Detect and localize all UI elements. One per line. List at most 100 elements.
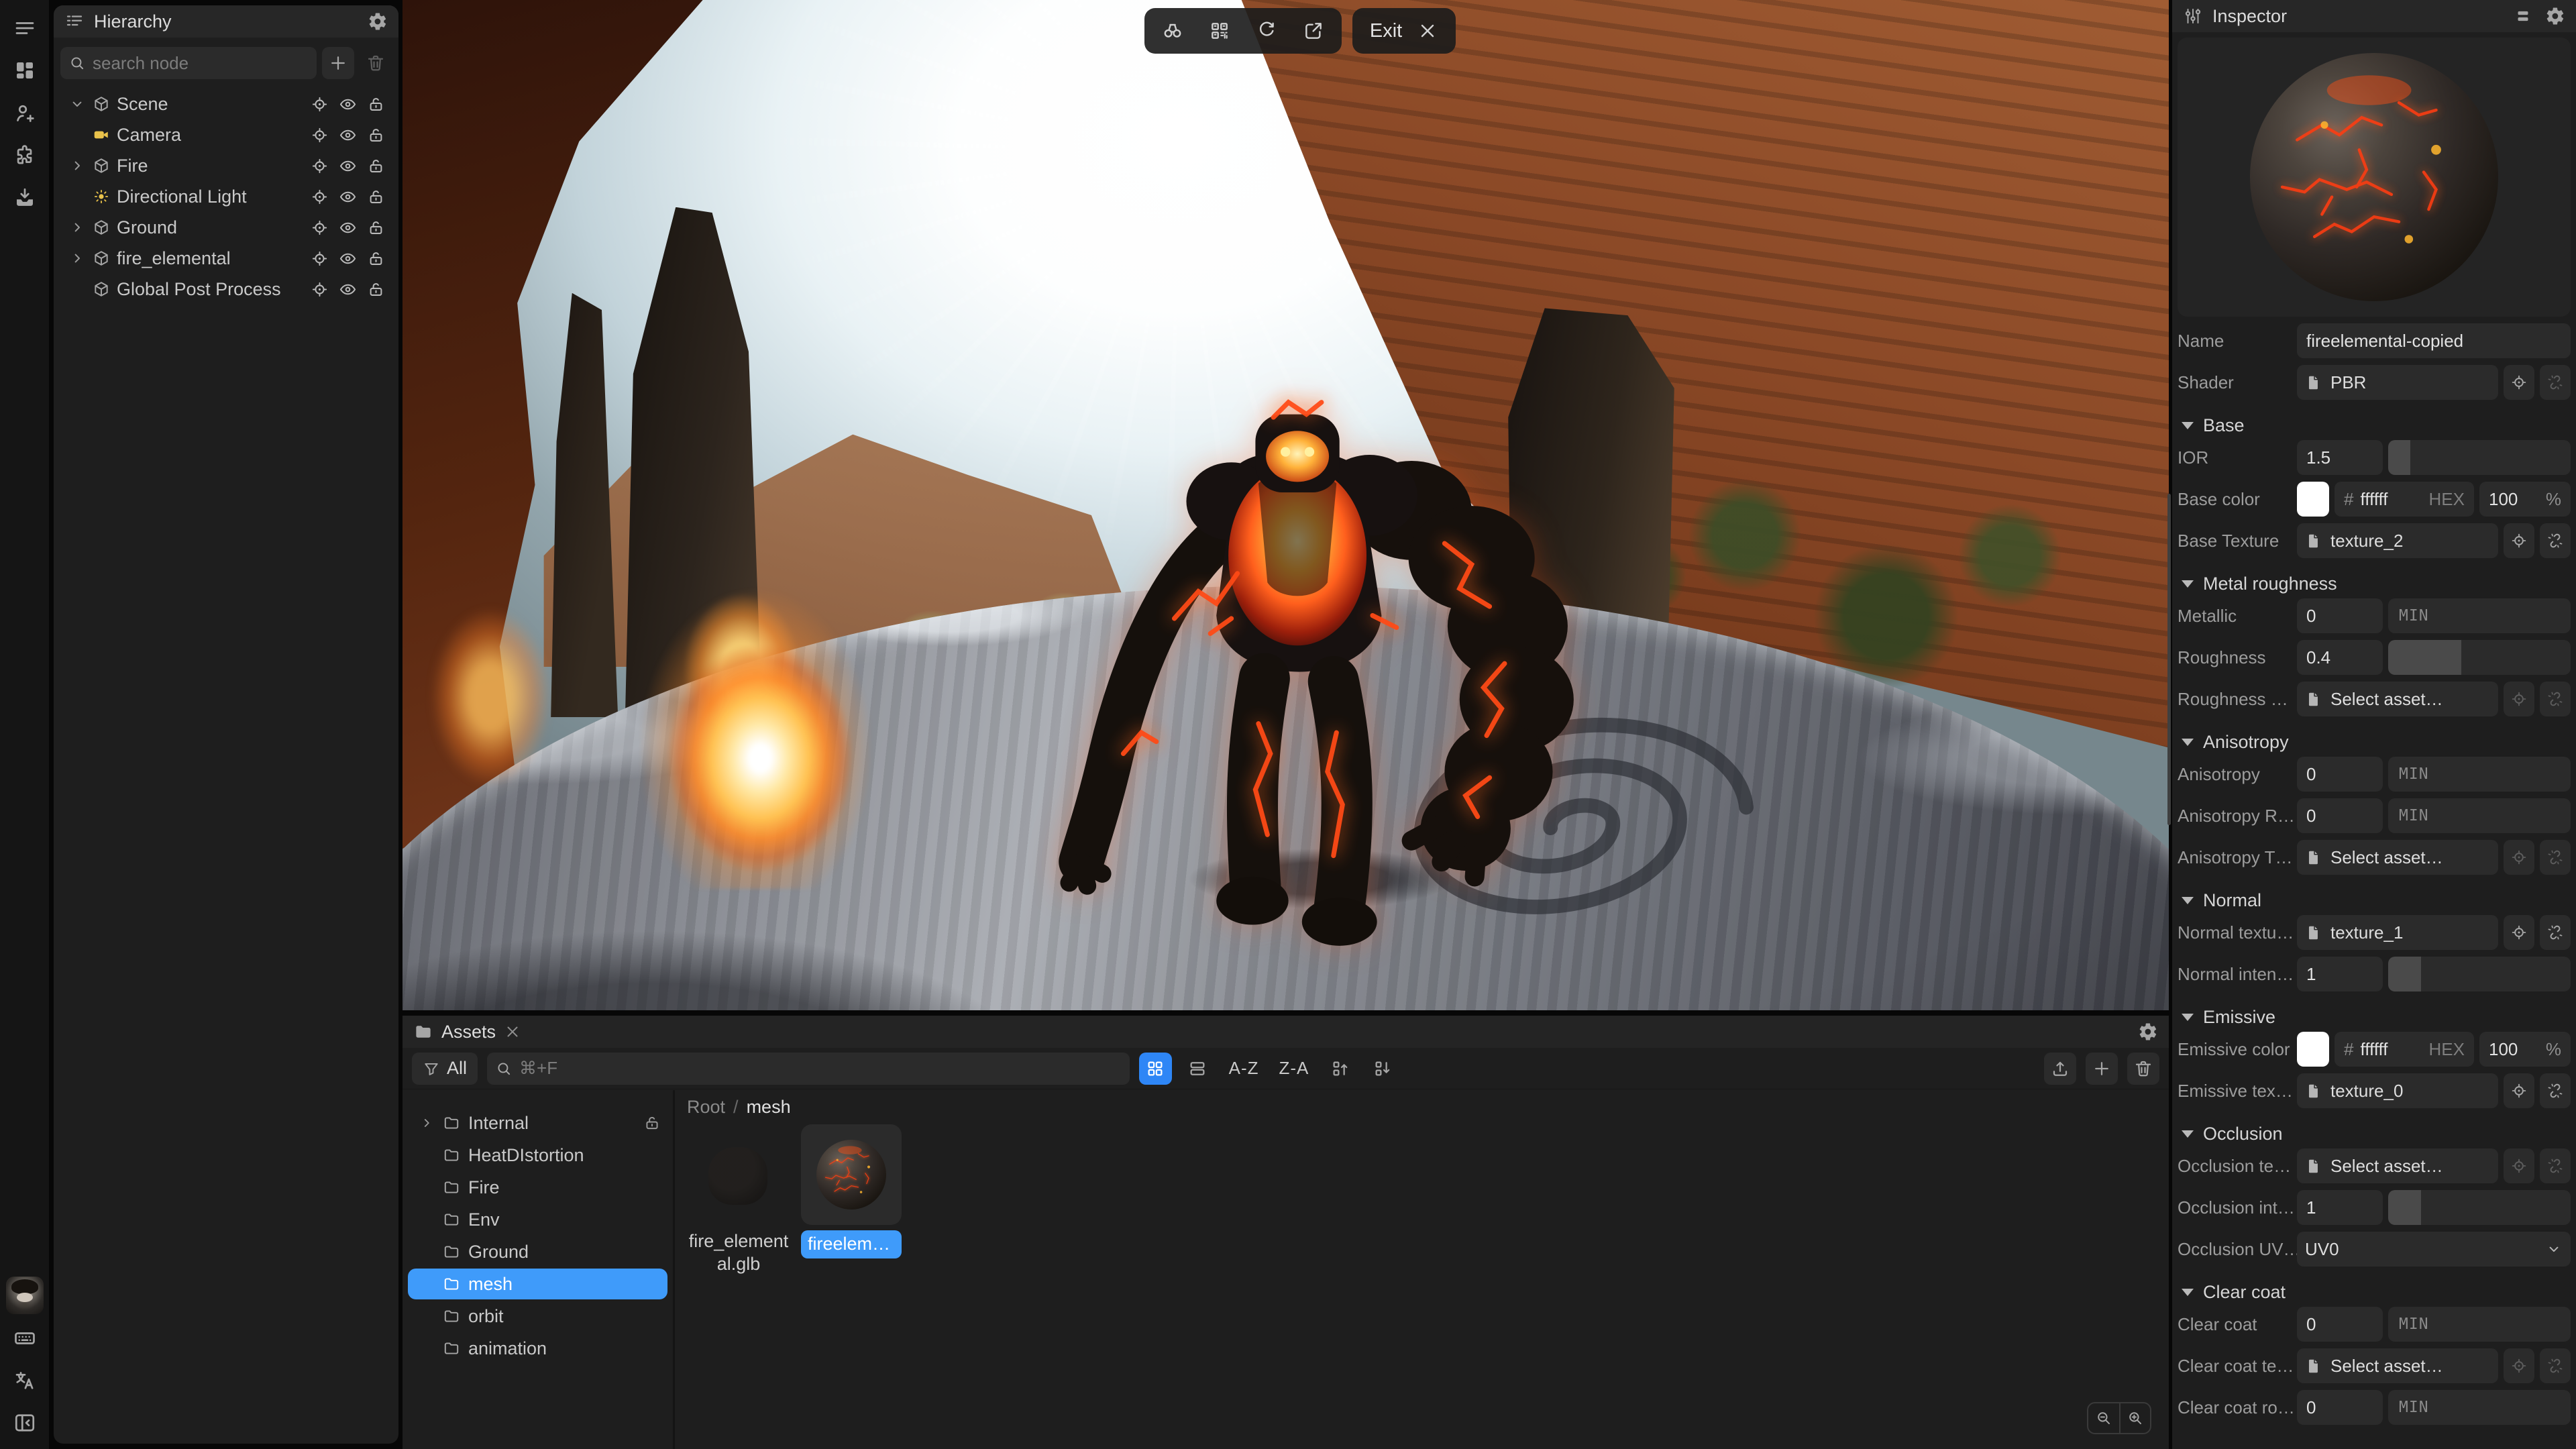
delete-node-button[interactable]	[360, 47, 392, 79]
material-preview[interactable]	[2178, 38, 2571, 317]
focus-icon[interactable]	[311, 188, 329, 206]
asset-chip[interactable]: Select asset…	[2297, 1148, 2498, 1183]
hierarchy-node-directional-light[interactable]: Directional Light	[59, 181, 393, 212]
number-input[interactable]: 0	[2297, 1390, 2383, 1425]
section-header-normal[interactable]: Normal	[2178, 885, 2571, 915]
open-external-icon[interactable]	[1303, 20, 1324, 42]
focus-icon[interactable]	[311, 250, 329, 268]
asset-item-fireeleme-[interactable]: fireeleme…	[801, 1124, 902, 1276]
zoom-out-icon[interactable]	[2088, 1403, 2119, 1433]
slider-track[interactable]	[2388, 1190, 2571, 1225]
folder-ground[interactable]: Ground	[408, 1236, 667, 1267]
rows-icon[interactable]	[2513, 6, 2533, 26]
opacity-input[interactable]: 100%	[2479, 1032, 2571, 1067]
unlock-icon[interactable]	[367, 95, 385, 113]
locate-asset-button[interactable]	[2504, 682, 2534, 716]
binoculars-icon[interactable]	[1162, 20, 1183, 42]
asset-chip[interactable]: Select asset…	[2297, 682, 2498, 716]
color-swatch[interactable]	[2297, 482, 2329, 517]
chevron-right-icon[interactable]	[68, 219, 86, 236]
locate-asset-button[interactable]	[2504, 1148, 2534, 1183]
focus-icon[interactable]	[311, 280, 329, 299]
dashboard-icon[interactable]	[10, 56, 40, 85]
chevron-down-icon[interactable]	[68, 95, 86, 113]
refresh-icon[interactable]	[1256, 20, 1277, 42]
name-input[interactable]: fireelemental-copied	[2297, 323, 2571, 358]
locate-asset-button[interactable]	[2504, 365, 2534, 400]
slider-track[interactable]: MIN	[2388, 798, 2571, 833]
focus-icon[interactable]	[311, 219, 329, 237]
eye-icon[interactable]	[339, 280, 357, 299]
unlock-icon[interactable]	[367, 188, 385, 206]
section-header-occlusion[interactable]: Occlusion	[2178, 1119, 2571, 1148]
number-input[interactable]: 1.5	[2297, 440, 2383, 475]
gear-icon[interactable]	[2545, 6, 2565, 26]
eye-icon[interactable]	[339, 250, 357, 268]
delete-asset-button[interactable]	[2127, 1053, 2159, 1085]
gear-icon[interactable]	[2138, 1022, 2158, 1042]
slider-track[interactable]: MIN	[2388, 1307, 2571, 1342]
number-input[interactable]: 0.4	[2297, 640, 2383, 675]
asset-chip[interactable]: Select asset…	[2297, 1348, 2498, 1383]
unlink-asset-button[interactable]	[2540, 523, 2571, 558]
focus-icon[interactable]	[311, 157, 329, 175]
close-icon[interactable]	[504, 1023, 521, 1040]
viewport-3d-scene[interactable]: Exit	[402, 0, 2169, 1010]
sort-za-button[interactable]: Z-A	[1274, 1058, 1315, 1079]
uv-select[interactable]: UV0	[2297, 1232, 2571, 1267]
slider-track[interactable]: MIN	[2388, 757, 2571, 792]
number-input[interactable]: 0	[2297, 598, 2383, 633]
number-input[interactable]: 1	[2297, 957, 2383, 991]
sort-desc-button[interactable]	[1366, 1053, 1399, 1085]
locate-asset-button[interactable]	[2504, 1348, 2534, 1383]
hierarchy-node-camera[interactable]: Camera	[59, 119, 393, 150]
breadcrumb-root[interactable]: Root	[687, 1097, 725, 1118]
unlock-icon[interactable]	[367, 280, 385, 299]
zoom-in-icon[interactable]	[2119, 1403, 2150, 1433]
gear-icon[interactable]	[368, 11, 388, 32]
number-input[interactable]: 0	[2297, 757, 2383, 792]
number-input[interactable]: 1	[2297, 1190, 2383, 1225]
upload-asset-button[interactable]	[2044, 1053, 2076, 1085]
hex-input[interactable]: #ffffffHEX	[2334, 1032, 2474, 1067]
sort-asc-button[interactable]	[1324, 1053, 1356, 1085]
folder-mesh[interactable]: mesh	[408, 1269, 667, 1299]
avatar[interactable]	[6, 1277, 44, 1314]
list-view-button[interactable]	[1181, 1053, 1214, 1085]
plugin-icon[interactable]	[10, 141, 40, 170]
section-header-metal-roughness[interactable]: Metal roughness	[2178, 569, 2571, 598]
unlink-asset-button[interactable]	[2540, 1073, 2571, 1108]
unlink-asset-button[interactable]	[2540, 915, 2571, 950]
unlink-asset-button[interactable]	[2540, 840, 2571, 875]
slider-track[interactable]: MIN	[2388, 1390, 2571, 1425]
unlink-asset-button[interactable]	[2540, 1148, 2571, 1183]
chevron-right-icon[interactable]	[419, 1115, 435, 1131]
add-node-button[interactable]	[322, 47, 354, 79]
color-swatch[interactable]	[2297, 1032, 2329, 1067]
section-header-anisotropy[interactable]: Anisotropy	[2178, 727, 2571, 757]
asset-chip[interactable]: texture_2	[2297, 523, 2498, 558]
grid-view-button[interactable]	[1139, 1053, 1172, 1085]
unlock-icon[interactable]	[367, 250, 385, 268]
eye-icon[interactable]	[339, 157, 357, 175]
asset-chip[interactable]: texture_1	[2297, 915, 2498, 950]
unlink-asset-button[interactable]	[2540, 1348, 2571, 1383]
folder-internal[interactable]: Internal	[408, 1108, 667, 1138]
focus-icon[interactable]	[311, 95, 329, 113]
slider-track[interactable]	[2388, 640, 2571, 675]
asset-chip[interactable]: Select asset…	[2297, 840, 2498, 875]
unlock-icon[interactable]	[367, 219, 385, 237]
hierarchy-search-input[interactable]: search node	[60, 47, 317, 79]
unlock-icon[interactable]	[367, 157, 385, 175]
folder-env[interactable]: Env	[408, 1204, 667, 1235]
folder-animation[interactable]: animation	[408, 1333, 667, 1364]
eye-icon[interactable]	[339, 219, 357, 237]
menu-icon[interactable]	[10, 13, 40, 43]
sort-az-button[interactable]: A-Z	[1224, 1058, 1265, 1079]
asset-chip[interactable]: texture_0	[2297, 1073, 2498, 1108]
collapse-sidebar-icon[interactable]	[10, 1408, 40, 1438]
folder-heatdistortion[interactable]: HeatDIstortion	[408, 1140, 667, 1171]
unlink-asset-button[interactable]	[2540, 365, 2571, 400]
add-user-icon[interactable]	[10, 99, 40, 128]
asset-item-fire-elemental-glb[interactable]: fire_elemental.glb	[688, 1124, 789, 1276]
